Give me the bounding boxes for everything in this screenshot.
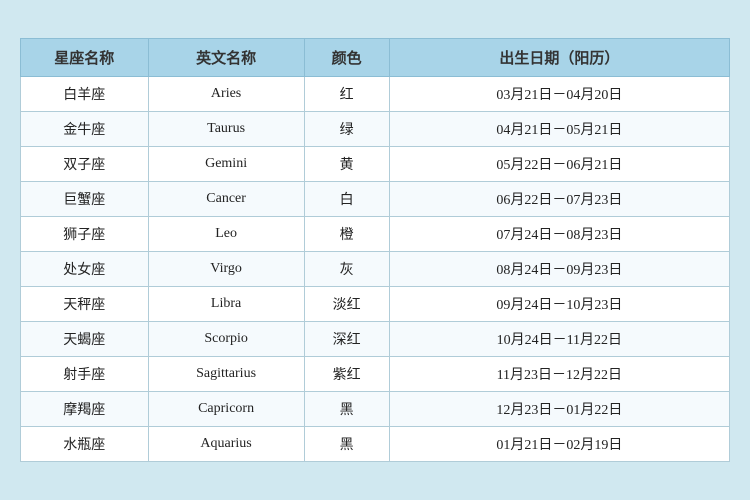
cell-en-name: Sagittarius [148,357,304,392]
cell-en-name: Aries [148,77,304,112]
cell-color: 灰 [304,252,389,287]
main-container: 星座名称 英文名称 颜色 出生日期（阳历） 白羊座Aries红03月21日－04… [0,18,750,482]
cell-en-name: Aquarius [148,427,304,462]
cell-color: 紫红 [304,357,389,392]
cell-date: 10月24日－11月22日 [389,322,729,357]
table-row: 狮子座Leo橙07月24日－08月23日 [21,217,730,252]
cell-color: 淡红 [304,287,389,322]
cell-color: 白 [304,182,389,217]
table-body: 白羊座Aries红03月21日－04月20日金牛座Taurus绿04月21日－0… [21,77,730,462]
cell-en-name: Scorpio [148,322,304,357]
cell-zh-name: 巨蟹座 [21,182,149,217]
cell-zh-name: 摩羯座 [21,392,149,427]
cell-date: 09月24日－10月23日 [389,287,729,322]
cell-zh-name: 处女座 [21,252,149,287]
cell-color: 深红 [304,322,389,357]
cell-zh-name: 白羊座 [21,77,149,112]
cell-en-name: Capricorn [148,392,304,427]
cell-en-name: Taurus [148,112,304,147]
cell-zh-name: 双子座 [21,147,149,182]
cell-date: 05月22日－06月21日 [389,147,729,182]
cell-date: 01月21日－02月19日 [389,427,729,462]
table-row: 摩羯座Capricorn黑12月23日－01月22日 [21,392,730,427]
cell-color: 黄 [304,147,389,182]
cell-en-name: Libra [148,287,304,322]
table-row: 金牛座Taurus绿04月21日－05月21日 [21,112,730,147]
table-header-row: 星座名称 英文名称 颜色 出生日期（阳历） [21,39,730,77]
cell-zh-name: 天秤座 [21,287,149,322]
cell-color: 黑 [304,427,389,462]
header-en-name: 英文名称 [148,39,304,77]
cell-zh-name: 天蝎座 [21,322,149,357]
cell-date: 07月24日－08月23日 [389,217,729,252]
cell-zh-name: 射手座 [21,357,149,392]
table-row: 巨蟹座Cancer白06月22日－07月23日 [21,182,730,217]
cell-zh-name: 狮子座 [21,217,149,252]
cell-date: 06月22日－07月23日 [389,182,729,217]
cell-zh-name: 水瓶座 [21,427,149,462]
cell-en-name: Virgo [148,252,304,287]
cell-date: 08月24日－09月23日 [389,252,729,287]
cell-en-name: Cancer [148,182,304,217]
cell-color: 红 [304,77,389,112]
table-row: 双子座Gemini黄05月22日－06月21日 [21,147,730,182]
zodiac-table: 星座名称 英文名称 颜色 出生日期（阳历） 白羊座Aries红03月21日－04… [20,38,730,462]
table-row: 射手座Sagittarius紫红11月23日－12月22日 [21,357,730,392]
cell-color: 橙 [304,217,389,252]
header-color: 颜色 [304,39,389,77]
cell-date: 12月23日－01月22日 [389,392,729,427]
cell-date: 04月21日－05月21日 [389,112,729,147]
cell-zh-name: 金牛座 [21,112,149,147]
cell-en-name: Leo [148,217,304,252]
table-row: 白羊座Aries红03月21日－04月20日 [21,77,730,112]
cell-color: 黑 [304,392,389,427]
header-zh-name: 星座名称 [21,39,149,77]
cell-en-name: Gemini [148,147,304,182]
table-row: 水瓶座Aquarius黑01月21日－02月19日 [21,427,730,462]
header-date: 出生日期（阳历） [389,39,729,77]
table-row: 天蝎座Scorpio深红10月24日－11月22日 [21,322,730,357]
cell-color: 绿 [304,112,389,147]
cell-date: 11月23日－12月22日 [389,357,729,392]
cell-date: 03月21日－04月20日 [389,77,729,112]
table-row: 天秤座Libra淡红09月24日－10月23日 [21,287,730,322]
table-row: 处女座Virgo灰08月24日－09月23日 [21,252,730,287]
